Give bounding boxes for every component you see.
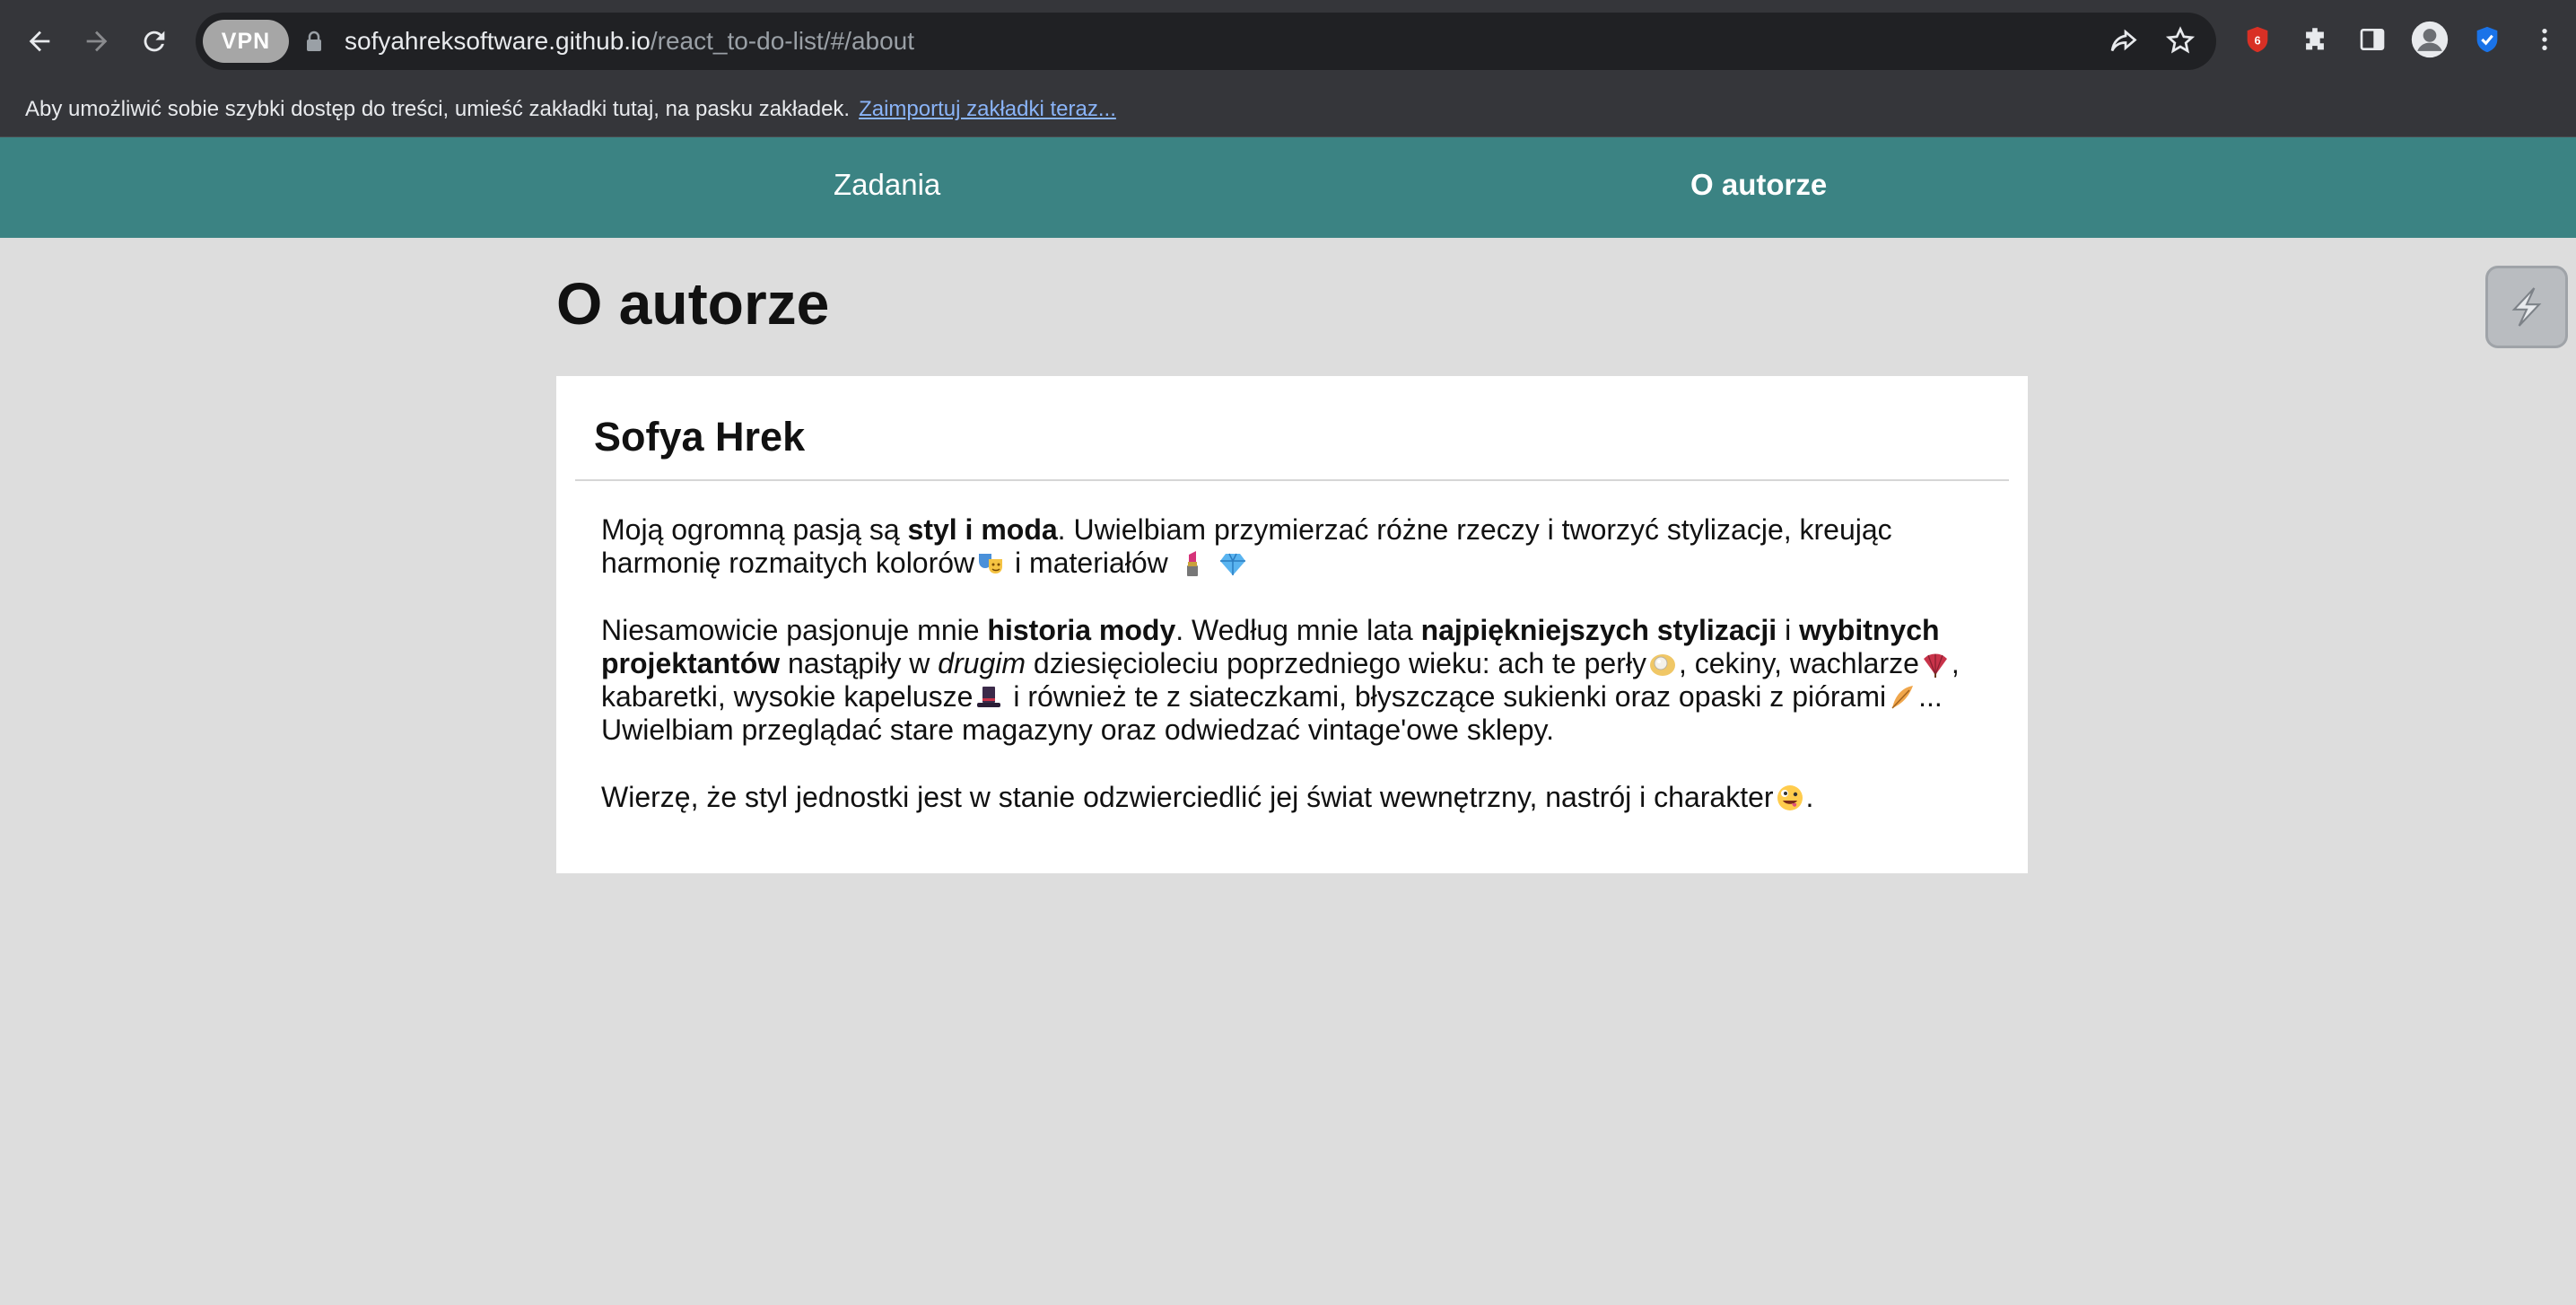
nav-item-tasks[interactable]: Zadania — [834, 168, 940, 202]
reload-icon — [144, 31, 165, 52]
lipstick-icon — [1186, 551, 1198, 576]
bold-text: historia mody — [987, 614, 1176, 646]
top-hat-icon — [977, 687, 1001, 707]
pearl-icon — [1649, 654, 1675, 676]
author-card: Sofya Hrek Moją ogromną pasją są styl i … — [556, 376, 2028, 873]
page-title: O autorze — [556, 270, 830, 337]
vpn-badge[interactable]: VPN — [203, 20, 289, 63]
lightning-icon — [2511, 287, 2542, 327]
card-body: Moją ogromną pasją są styl i moda. Uwiel… — [601, 513, 2001, 848]
text-span: Wierzę, że styl jednostki jest w stanie … — [601, 781, 1774, 813]
arrow-right-icon — [86, 31, 108, 52]
gem-icon — [1219, 553, 1245, 575]
app-navigation: Zadania O autorze — [0, 137, 2576, 238]
security-shield-icon[interactable] — [2467, 20, 2507, 59]
italic-text: drugim — [938, 647, 1026, 679]
nav-item-about[interactable]: O autorze — [1690, 168, 1827, 202]
url-text[interactable]: sofyahreksoftware.github.io/react_to-do-… — [345, 25, 914, 57]
arrow-left-icon — [29, 31, 50, 52]
paragraph-belief: Wierzę, że styl jednostki jest w stanie … — [601, 781, 2001, 814]
url-path: /react_to-do-list/#/about — [650, 27, 915, 55]
vpn-label: VPN — [221, 28, 271, 54]
text-span: Niesamowicie pasjonuje mnie — [601, 614, 988, 646]
text-span: nastąpiły w — [780, 647, 939, 679]
star-icon[interactable] — [2164, 25, 2196, 57]
bookmarks-message: Aby umożliwić sobie szybki dostęp do tre… — [25, 97, 851, 121]
text-span: Moją ogromną pasją są — [601, 513, 908, 546]
side-panel-icon[interactable] — [2353, 20, 2392, 59]
bookmarks-bar: Aby umożliwić sobie szybki dostęp do tre… — [0, 81, 2576, 137]
text-span: , cekiny, wachlarze — [1678, 647, 1919, 679]
bold-text: styl i moda — [907, 513, 1058, 546]
import-bookmarks-link[interactable]: Zaimportuj zakładki teraz... — [859, 97, 1116, 121]
card-divider — [575, 479, 2009, 481]
paragraph-history: Niesamowicie pasjonuje mnie historia mod… — [601, 614, 2001, 747]
text-span: i również te z siateczkami, błyszczące s… — [1005, 680, 1887, 713]
feather-icon — [1891, 686, 1914, 709]
text-span: i materiałów — [1007, 547, 1168, 579]
share-icon[interactable] — [2107, 25, 2139, 57]
address-bar[interactable]: VPN sofyahreksoftware.github.io/react_to… — [196, 13, 2216, 70]
reload-button[interactable] — [131, 18, 178, 65]
back-button[interactable] — [16, 18, 63, 65]
paragraph-passion: Moją ogromną pasją są styl i moda. Uwiel… — [601, 513, 2001, 580]
svg-text:6: 6 — [2254, 34, 2260, 48]
theater-masks-icon — [979, 554, 1003, 574]
browser-menu-icon[interactable] — [2525, 20, 2564, 59]
extension-shield-icon[interactable]: 6 — [2238, 20, 2277, 59]
profile-avatar-icon[interactable] — [2410, 20, 2449, 59]
fan-icon — [1923, 653, 1947, 678]
text-span: dziesięcioleciu poprzedniego wieku: ach … — [1026, 647, 1646, 679]
text-span: . Według mnie lata — [1175, 614, 1421, 646]
bold-text: najpiękniejszych stylizacji — [1420, 614, 1777, 646]
browser-toolbar: VPN sofyahreksoftware.github.io/react_to… — [0, 0, 2576, 81]
url-host: sofyahreksoftware.github.io — [345, 27, 651, 55]
text-span: i — [1777, 614, 1800, 646]
lock-icon[interactable] — [305, 31, 323, 52]
floating-extension-button[interactable] — [2485, 266, 2568, 348]
extensions-puzzle-icon[interactable] — [2295, 20, 2335, 59]
text-span: . — [1805, 781, 1814, 813]
forward-button[interactable] — [74, 18, 120, 65]
card-title: Sofya Hrek — [594, 414, 806, 460]
zany-face-icon — [1777, 785, 1803, 810]
